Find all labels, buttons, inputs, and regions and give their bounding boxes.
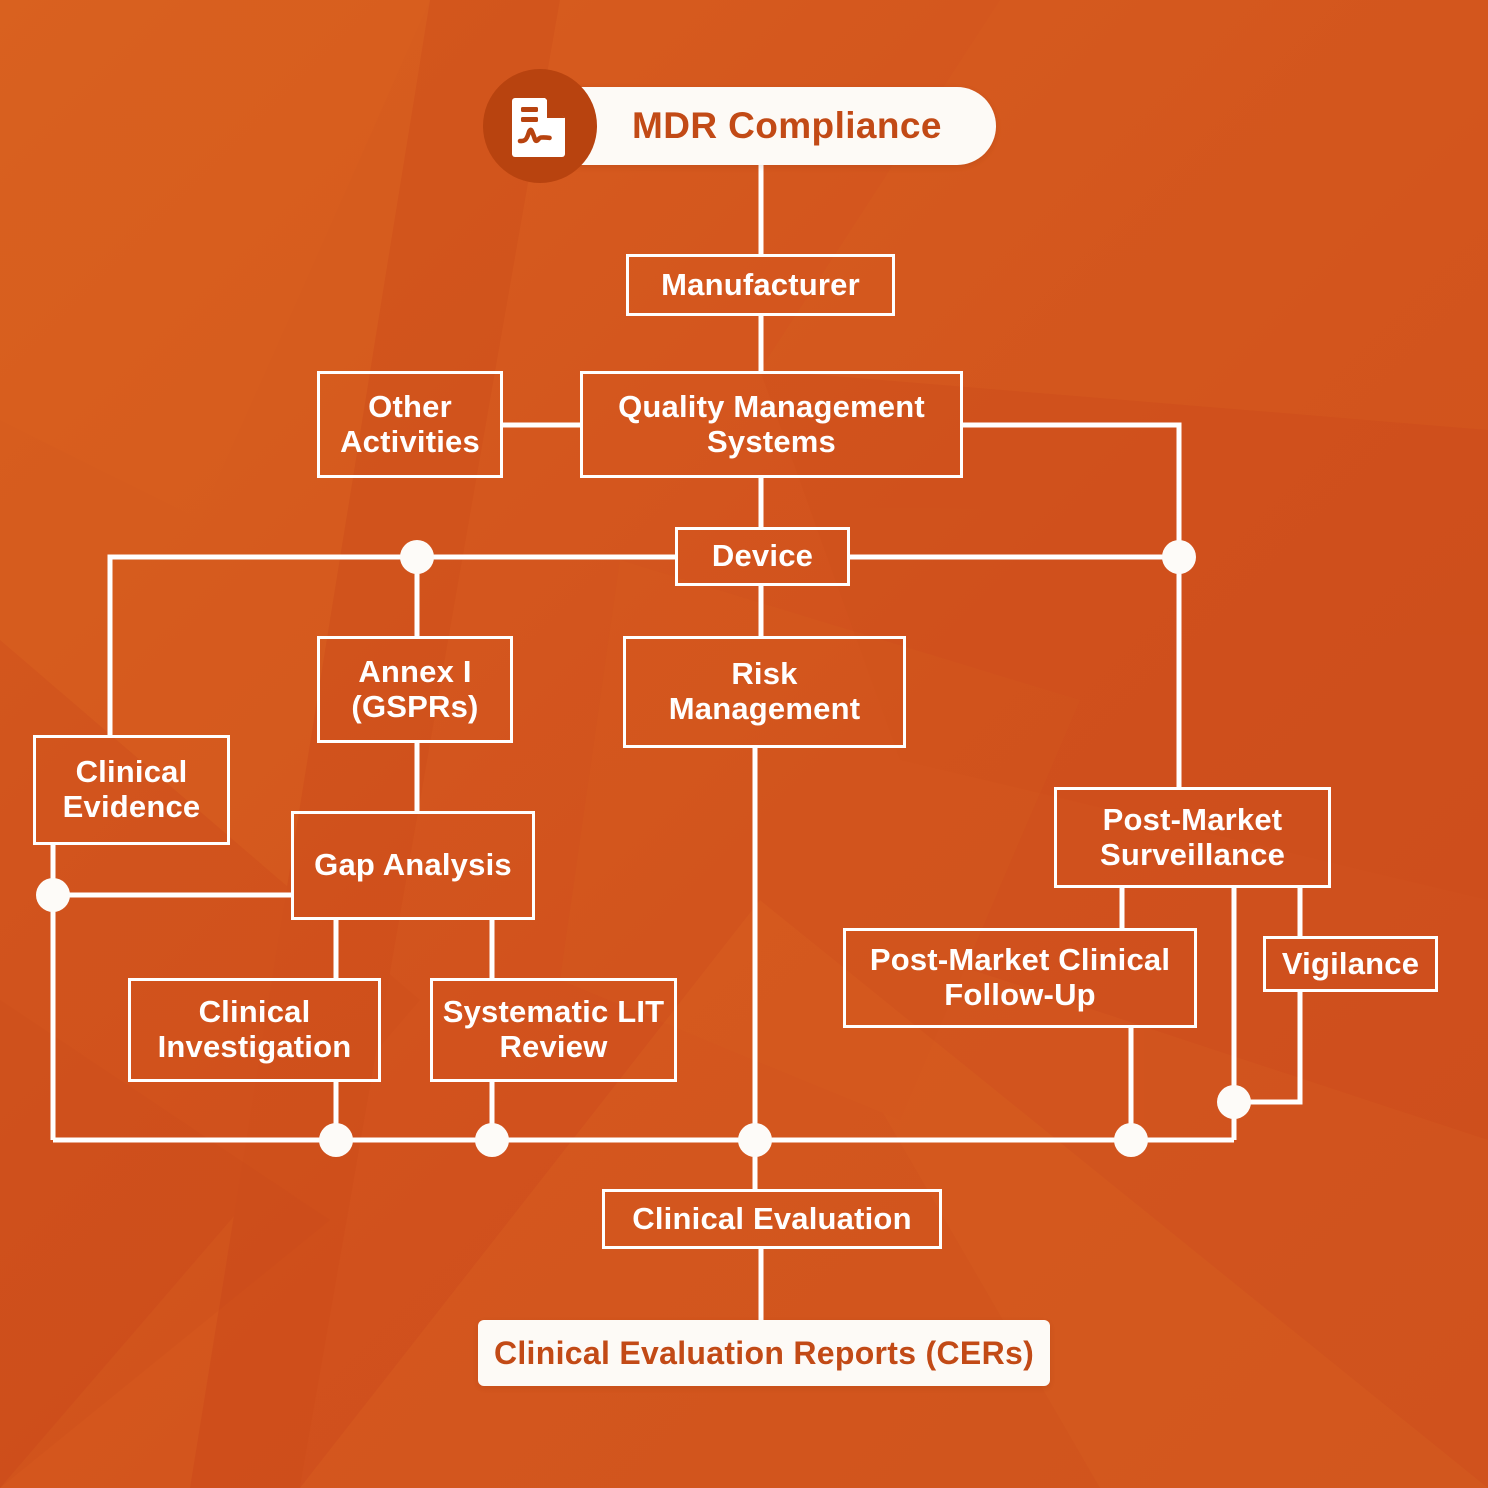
node-clinical-evaluation[interactable]: Clinical Evaluation [602, 1189, 942, 1249]
node-annex-i-gsprs[interactable]: Annex I (GSPRs) [317, 636, 513, 743]
node-gap-analysis[interactable]: Gap Analysis [291, 811, 535, 920]
node-clinical-evaluation-reports[interactable]: Clinical Evaluation Reports (CERs) [478, 1320, 1050, 1386]
node-risk-management[interactable]: Risk Management [623, 636, 906, 748]
header-pill[interactable]: MDR Compliance [540, 87, 996, 165]
node-quality-management-systems[interactable]: Quality Management Systems [580, 371, 963, 478]
node-device[interactable]: Device [675, 527, 850, 586]
node-other-activities[interactable]: Other Activities [317, 371, 503, 478]
node-post-market-surveillance[interactable]: Post-Market Surveillance [1054, 787, 1331, 888]
node-post-market-clinical-follow-up[interactable]: Post-Market Clinical Follow-Up [843, 928, 1197, 1028]
node-clinical-investigation[interactable]: Clinical Investigation [128, 978, 381, 1082]
node-clinical-evidence[interactable]: Clinical Evidence [33, 735, 230, 845]
node-systematic-lit-review[interactable]: Systematic LIT Review [430, 978, 677, 1082]
page-title: MDR Compliance [632, 105, 942, 146]
diagram-canvas: MDR Compliance Manufacturer Other Activi… [0, 0, 1488, 1488]
document-signature-icon [512, 98, 565, 157]
header-icon-circle [483, 69, 597, 183]
node-vigilance[interactable]: Vigilance [1263, 936, 1438, 992]
node-manufacturer[interactable]: Manufacturer [626, 254, 895, 316]
